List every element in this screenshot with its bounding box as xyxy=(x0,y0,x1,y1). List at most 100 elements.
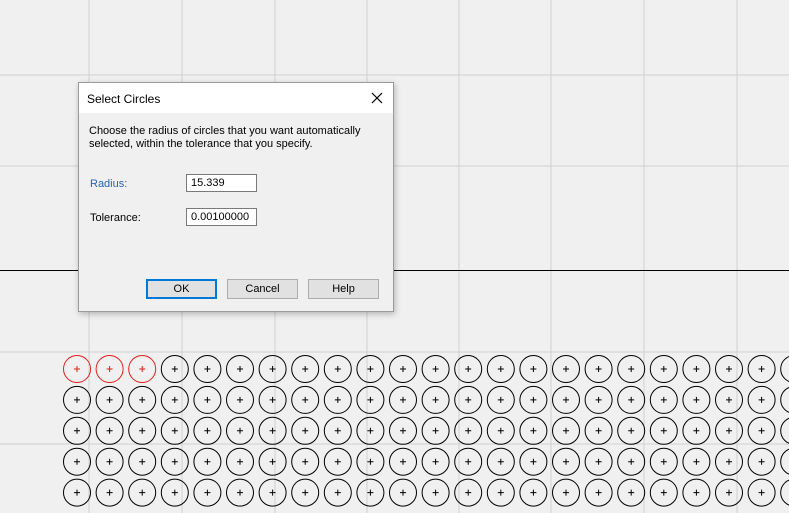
circle-center-mark xyxy=(660,489,667,496)
circle-center-mark xyxy=(302,458,309,465)
circle-center-mark xyxy=(171,489,178,496)
circle-center-mark xyxy=(628,427,635,434)
circle-center-mark xyxy=(302,489,309,496)
circle-center-mark xyxy=(74,489,80,496)
circle-center-mark xyxy=(204,489,211,496)
circle-center-mark xyxy=(237,366,243,372)
circle-center-mark xyxy=(726,396,732,403)
circle-center-mark xyxy=(400,458,406,465)
circle-center-mark xyxy=(432,396,439,403)
circle-center-mark xyxy=(400,427,406,434)
circle-center-mark xyxy=(400,396,406,403)
circle-center-mark xyxy=(432,489,439,496)
circle-center-mark xyxy=(237,489,243,496)
circle-center-mark xyxy=(530,366,537,372)
circle-center-mark xyxy=(660,366,667,372)
help-button[interactable]: Help xyxy=(308,279,379,299)
circle-center-mark xyxy=(497,489,504,496)
circle-center-mark xyxy=(74,458,80,465)
circle-center-mark xyxy=(237,396,243,403)
circle-center-mark xyxy=(693,427,700,434)
circle-center-mark xyxy=(367,458,374,465)
circle-center-mark xyxy=(171,458,178,465)
circle-center-mark xyxy=(74,427,80,434)
circle xyxy=(780,356,789,382)
circle-center-mark xyxy=(530,427,537,434)
circle-center-mark xyxy=(400,366,406,372)
circle-center-mark xyxy=(465,396,472,403)
close-button[interactable] xyxy=(361,83,393,113)
dialog-description: Choose the radius of circles that you wa… xyxy=(89,125,361,150)
circle-center-mark xyxy=(758,489,765,496)
circle-center-mark xyxy=(595,427,602,434)
circle-center-mark xyxy=(595,489,602,496)
circle-center-mark xyxy=(726,458,732,465)
circle-center-mark xyxy=(204,427,211,434)
close-icon xyxy=(371,92,383,104)
select-circles-dialog: Select Circles Choose the radius of circ… xyxy=(78,82,394,312)
circle-center-mark xyxy=(302,366,309,372)
circle-center-mark xyxy=(237,458,243,465)
circle-center-mark xyxy=(139,396,146,403)
circle-center-mark xyxy=(171,427,178,434)
circle-center-mark xyxy=(302,396,309,403)
circle-center-mark xyxy=(432,427,439,434)
circle-center-mark xyxy=(237,427,243,434)
circle-center-mark xyxy=(628,366,635,372)
circle-center-mark xyxy=(465,458,472,465)
circle-center-mark xyxy=(595,458,602,465)
circle-center-mark xyxy=(465,366,472,372)
circle-center-mark xyxy=(497,458,504,465)
circle-center-mark xyxy=(171,366,178,372)
circle xyxy=(780,417,789,444)
circle-center-mark xyxy=(595,396,602,403)
circle-center-mark xyxy=(758,427,765,434)
circle-center-mark xyxy=(758,396,765,403)
circle-center-mark xyxy=(465,427,472,434)
circle-center-mark xyxy=(497,427,504,434)
circle-center-mark xyxy=(660,396,667,403)
circle xyxy=(780,448,789,475)
circle-center-mark xyxy=(302,427,309,434)
circle-center-mark xyxy=(106,396,113,403)
radius-label: Radius: xyxy=(90,178,128,190)
tolerance-label: Tolerance: xyxy=(90,212,141,224)
circle-center-mark xyxy=(106,427,113,434)
circle-center-mark xyxy=(497,396,504,403)
circle-center-mark xyxy=(726,427,732,434)
circle-center-mark xyxy=(693,366,700,372)
cancel-button[interactable]: Cancel xyxy=(227,279,298,299)
circle-center-mark xyxy=(367,427,374,434)
circle-center-mark xyxy=(139,427,146,434)
circle-center-mark xyxy=(628,458,635,465)
circle xyxy=(780,386,789,413)
circle-center-mark xyxy=(334,427,341,434)
circle-center-mark xyxy=(563,458,569,465)
circle-center-mark xyxy=(171,396,178,403)
circle-center-mark xyxy=(530,489,537,496)
circle-center-mark xyxy=(367,489,374,496)
tolerance-input[interactable] xyxy=(186,208,257,226)
circle-center-mark xyxy=(693,396,700,403)
circle-center-mark xyxy=(660,427,667,434)
circle-center-mark xyxy=(204,366,211,372)
circle-center-mark xyxy=(563,427,569,434)
circle-center-mark xyxy=(334,396,341,403)
circle-center-mark xyxy=(204,396,211,403)
circle-center-mark xyxy=(334,489,341,496)
circle-center-mark xyxy=(139,366,146,372)
radius-input[interactable] xyxy=(186,174,257,192)
dialog-title: Select Circles xyxy=(87,92,161,106)
circle-center-mark xyxy=(758,458,765,465)
circle-center-mark xyxy=(595,366,602,372)
circle-center-mark xyxy=(367,396,374,403)
circle-center-mark xyxy=(758,366,765,372)
ok-button[interactable]: OK xyxy=(146,279,217,299)
circle-center-mark xyxy=(106,458,113,465)
circle-center-mark xyxy=(400,489,406,496)
circle-center-mark xyxy=(726,366,732,372)
circle-center-mark xyxy=(530,396,537,403)
circle-center-mark xyxy=(660,458,667,465)
circle-center-mark xyxy=(74,396,80,403)
circle-center-mark xyxy=(334,458,341,465)
